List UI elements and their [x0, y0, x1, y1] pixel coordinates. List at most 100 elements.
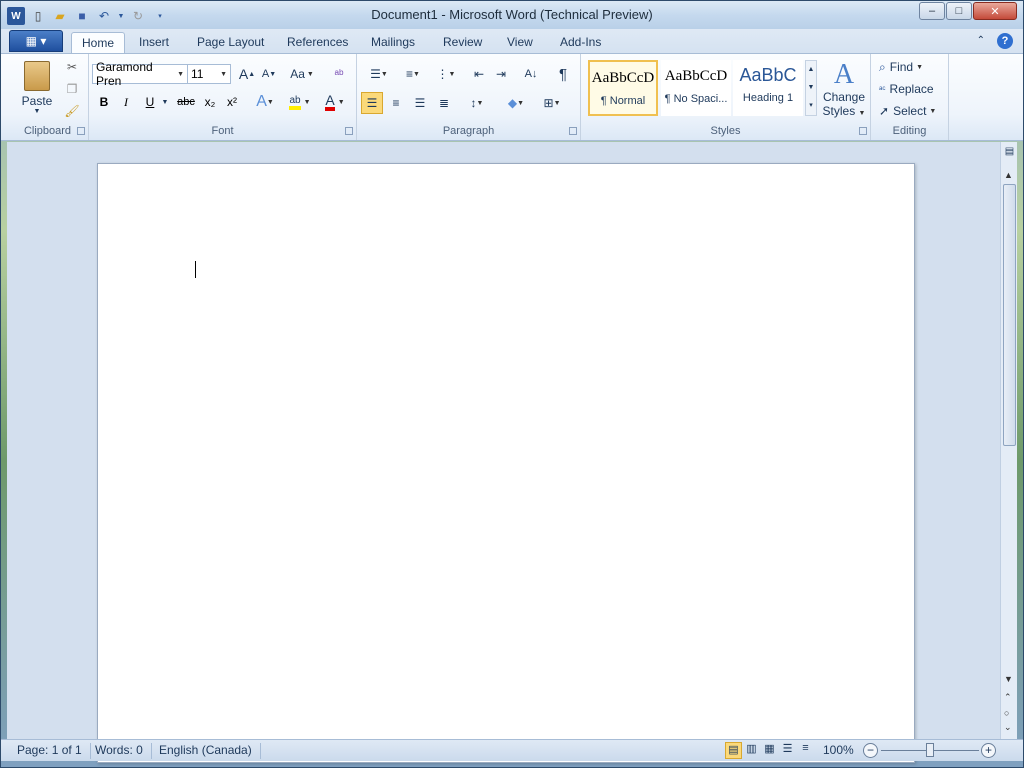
paste-icon [24, 61, 50, 91]
copy-icon[interactable]: ❐ [63, 80, 81, 98]
sort-icon[interactable]: A↓ [521, 64, 541, 84]
replace-button[interactable]: ᵃᶜ Replace [879, 80, 945, 98]
tab-review[interactable]: Review [433, 32, 492, 53]
vertical-scrollbar[interactable]: ▤ ▲ ▼ ⌃ ○ ⌄ [1000, 142, 1017, 739]
show-formatting-button[interactable]: ¶ [553, 64, 573, 84]
borders-icon[interactable]: ⊞ ▼ [537, 92, 567, 114]
previous-page-icon[interactable]: ⌃ [1004, 692, 1012, 703]
scroll-down-icon[interactable]: ▼ [1004, 674, 1013, 684]
close-button[interactable]: ✕ [973, 2, 1017, 20]
language-indicator[interactable]: English (Canada) [151, 743, 261, 759]
style-heading-1-sample: AaBbC [739, 65, 797, 85]
tab-home[interactable]: Home [71, 32, 126, 53]
tab-references[interactable]: References [277, 32, 358, 53]
highlight-button[interactable]: ab ▼ [285, 92, 315, 112]
tab-insert[interactable]: Insert [129, 32, 179, 53]
multilevel-list-icon[interactable]: ⋮ ▼ [431, 64, 461, 84]
zoom-level[interactable]: 100% [823, 743, 854, 757]
select-button[interactable]: ➚ Select ▼ [879, 102, 945, 120]
paste-dropdown-icon: ▼ [33, 108, 41, 115]
maximize-button[interactable]: □ [946, 2, 972, 20]
styles-launcher-icon[interactable] [859, 127, 867, 135]
font-size-value: 11 [191, 67, 204, 81]
format-painter-icon[interactable]: 🖌 [63, 102, 81, 120]
italic-button[interactable]: I [117, 92, 135, 112]
change-case-button[interactable]: Aa ▼ [289, 64, 315, 84]
title-bar: W ▯ ▰ ■ ↶ ▼ ↻ ▾ Document1 - Microsoft Wo… [1, 1, 1023, 29]
cut-icon[interactable]: ✂ [63, 58, 81, 76]
outline-view-icon[interactable]: ☰ [779, 742, 796, 759]
line-spacing-icon[interactable]: ↕ ▼ [463, 92, 491, 114]
minimize-button[interactable]: – [919, 2, 945, 20]
align-left-icon[interactable]: ☰ [361, 92, 383, 114]
word-count[interactable]: Words: 0 [87, 743, 152, 759]
paragraph-group-label: Paragraph [442, 125, 495, 137]
superscript-button[interactable]: x² [223, 92, 241, 112]
bold-button[interactable]: B [95, 92, 113, 112]
file-menu-button[interactable]: ▦ ▾ [9, 30, 63, 52]
numbering-icon[interactable]: ≡ ▼ [397, 64, 429, 84]
clipboard-launcher-icon[interactable] [77, 127, 85, 135]
grow-font-button[interactable]: A ▲ [237, 64, 257, 84]
zoom-slider-thumb[interactable] [926, 743, 934, 757]
font-color-button[interactable]: A ▼ [321, 92, 349, 112]
shading-icon[interactable]: ◆ ▼ [501, 92, 531, 114]
style-no-spacing-name: ¶ No Spaci... [664, 93, 728, 105]
font-launcher-icon[interactable] [345, 127, 353, 135]
style-heading-1[interactable]: AaBbC Heading 1 [733, 60, 803, 116]
document-page[interactable] [97, 163, 915, 763]
clear-formatting-icon[interactable]: ᵃᵇ [329, 64, 349, 84]
paste-button[interactable]: Paste ▼ [17, 58, 57, 118]
styles-gallery-scroll[interactable]: ▲ ▼ ▾ [805, 60, 817, 116]
justify-icon[interactable]: ≣ [433, 92, 455, 114]
paragraph-group: ☰ ▼ ≡ ▼ ⋮ ▼ ⇤ ⇥ A↓ ¶ ☰ ≡ ☰ ≣ ↕ ▼ ◆ ▼ ⊞ ▼ Parag… [357, 54, 581, 140]
select-label: Select [893, 104, 927, 118]
minimize-ribbon-icon[interactable]: ⌃ [977, 35, 985, 49]
page-count[interactable]: Page: 1 of 1 [9, 743, 91, 759]
scroll-up-icon[interactable]: ▲ [1004, 170, 1013, 180]
style-no-spacing-sample: AaBbCcD [664, 68, 728, 84]
decrease-indent-icon[interactable]: ⇤ [469, 64, 489, 84]
next-page-icon[interactable]: ⌄ [1004, 722, 1012, 733]
binoculars-icon: ⌕ [879, 59, 886, 74]
change-styles-button[interactable]: A Change Styles ▼ [821, 58, 867, 120]
shrink-font-button[interactable]: A ▼ [259, 64, 279, 84]
file-menu-icon: ▦ ▾ [25, 34, 47, 48]
web-layout-icon[interactable]: ▦ [761, 742, 778, 759]
view-ruler-icon[interactable]: ▤ [1003, 146, 1016, 159]
styles-group: AaBbCcD ¶ Normal AaBbCcD ¶ No Spaci... A… [581, 54, 871, 140]
underline-dropdown-icon[interactable]: ▼ [161, 92, 169, 112]
help-icon[interactable]: ? [997, 33, 1013, 49]
scroll-thumb[interactable] [1003, 184, 1016, 446]
change-styles-label-2: Styles ▼ [822, 104, 866, 118]
underline-button[interactable]: U [141, 92, 159, 112]
text-effects-button[interactable]: A ▼ [253, 92, 277, 112]
find-label: Find [889, 60, 914, 74]
font-name-dropdown-icon: ▼ [177, 70, 184, 78]
zoom-out-icon[interactable]: − [863, 743, 878, 758]
browse-object-icon[interactable]: ○ [1004, 708, 1009, 718]
increase-indent-icon[interactable]: ⇥ [491, 64, 511, 84]
align-center-icon[interactable]: ≡ [385, 92, 407, 114]
style-normal[interactable]: AaBbCcD ¶ Normal [588, 60, 658, 116]
paragraph-launcher-icon[interactable] [569, 127, 577, 135]
font-name-combo[interactable]: Garamond Pren ▼ [92, 60, 188, 88]
find-button[interactable]: ⌕ Find ▼ [879, 58, 939, 76]
tab-page-layout[interactable]: Page Layout [187, 32, 274, 53]
subscript-button[interactable]: x₂ [201, 92, 219, 112]
bullets-icon[interactable]: ☰ ▼ [363, 64, 395, 84]
font-size-combo[interactable]: 11 ▼ [187, 64, 231, 84]
draft-view-icon[interactable]: ≡ [797, 742, 814, 759]
editing-group-label: Editing [892, 125, 927, 137]
align-right-icon[interactable]: ☰ [409, 92, 431, 114]
style-no-spacing[interactable]: AaBbCcD ¶ No Spaci... [661, 60, 731, 116]
strikethrough-button[interactable]: abc [175, 92, 197, 112]
font-size-dropdown-icon: ▼ [220, 70, 227, 78]
tab-view[interactable]: View [497, 32, 543, 53]
full-screen-reading-icon[interactable]: ▥ [743, 742, 760, 759]
print-layout-view-icon[interactable]: ▤ [725, 742, 742, 759]
zoom-in-icon[interactable]: + [981, 743, 996, 758]
font-group: Garamond Pren ▼ 11 ▼ A ▲ A ▼ Aa ▼ ᵃᵇ B I U … [89, 54, 357, 140]
tab-mailings[interactable]: Mailings [361, 32, 425, 53]
tab-add-ins[interactable]: Add-Ins [550, 32, 611, 53]
